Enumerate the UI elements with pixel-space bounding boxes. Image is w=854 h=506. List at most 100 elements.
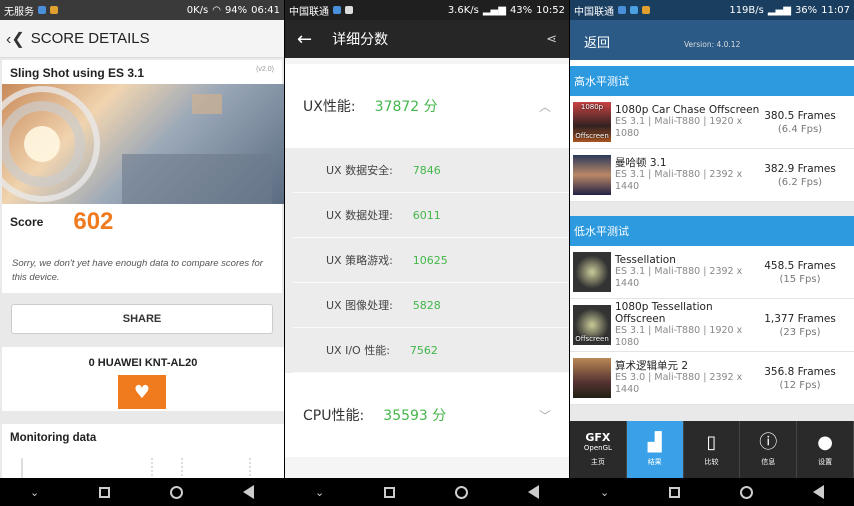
time: 11:07 [821, 4, 850, 16]
benchmark-config: ES 3.1 | Mali-T880 | 1920 x 1080 [615, 325, 743, 348]
tab-label: 结果 [647, 457, 662, 466]
system-nav-bar: ⌄ [0, 478, 284, 506]
recents-icon[interactable] [99, 486, 111, 498]
test-name: Sling Shot using ES 3.1 [10, 66, 145, 80]
list-item[interactable]: Offscreen 1080p Tessellation Offscreen E… [570, 299, 854, 352]
heart-icon[interactable]: ♥ [118, 375, 166, 409]
back-icon[interactable]: ‹❮ [6, 29, 25, 49]
back-button[interactable]: 返回 [584, 32, 610, 51]
benchmark-name: 算术逻辑单元 2 [615, 360, 689, 372]
benchmark-frames: 458.5 Frames [764, 259, 836, 272]
bottom-tab-bar: GFX OpenGL 主页 ▟ 结果 ▯ 比较 ⓘ 信息 ● 设置 [570, 421, 854, 478]
chevron-up-icon[interactable]: ︿ [539, 98, 551, 115]
tab-results[interactable]: ▟ 结果 [626, 421, 684, 478]
app-header: ‹❮ SCORE DETAILS [0, 20, 284, 58]
benchmark-thumbnail [573, 155, 611, 195]
carrier-label: 中国联通 [289, 6, 329, 18]
section-low-level: 低水平测试 [570, 216, 854, 246]
gfx-logo-icon: GFX OpenGL [583, 430, 612, 452]
benchmark-thumbnail [573, 252, 611, 292]
signal-icon: ▂▄▆ [482, 4, 506, 16]
score-label: Score [10, 215, 44, 229]
list-item[interactable]: 曼哈顿 3.1 ES 3.1 | Mali-T880 | 2392 x 1440… [570, 149, 854, 202]
section-high-level: 高水平测试 [570, 66, 854, 96]
status-bar: 中国联通 119B/s ▂▄▆ 36% 11:07 [570, 0, 854, 20]
notification-icon [618, 6, 626, 14]
list-item[interactable]: 1080p Offscreen 1080p Car Chase Offscree… [570, 96, 854, 149]
benchmark-config: ES 3.1 | Mali-T880 | 1920 x 1080 [615, 116, 743, 139]
notification-icon [50, 6, 58, 14]
benchmark-frames: 1,377 Frames [764, 312, 836, 325]
share-button[interactable]: SHARE [11, 304, 273, 334]
net-speed: 3.6K/s [447, 4, 479, 16]
score-card: Sling Shot using ES 3.1 (v2.0) Score 602… [2, 60, 284, 293]
wifi-icon: ◠ [212, 4, 221, 16]
device-name: 0 HUAWEI KNT-AL20 [88, 357, 198, 369]
benchmark-thumbnail [573, 358, 611, 398]
cpu-label: CPU性能: [303, 408, 365, 424]
tab-home[interactable]: GFX OpenGL 主页 [570, 421, 627, 478]
tab-settings[interactable]: ● 设置 [797, 421, 854, 478]
cpu-score: 35593 分 [383, 408, 447, 424]
share-icon[interactable]: ⋖ [546, 32, 557, 47]
home-icon[interactable] [455, 485, 469, 499]
notification-icon [345, 6, 353, 14]
benchmark-fps: (23 Fps) [779, 326, 821, 338]
system-nav-bar: ⌄ [570, 478, 854, 506]
chevron-down-icon[interactable]: ⌄ [315, 486, 324, 499]
recents-icon[interactable] [669, 486, 681, 498]
back-nav-icon[interactable] [813, 485, 824, 499]
back-nav-icon[interactable] [528, 485, 539, 499]
score-value: 602 [73, 208, 114, 235]
carrier-label: 无服务 [4, 6, 34, 18]
version-badge: (v2.0) [256, 66, 274, 73]
benchmark-name: 1080p Tessellation Offscreen [615, 301, 713, 325]
version-label: Version: 4.0.12 [684, 40, 741, 49]
score-details-screen: 无服务 0K/s ◠ 94% 06:41 ‹❮ SCORE DETAILS Sl… [0, 0, 284, 506]
benchmark-frames: 356.8 Frames [764, 365, 836, 378]
cpu-section-header[interactable]: CPU性能: 35593 分 ﹀ [285, 373, 569, 457]
phone-icon: ▯ [706, 431, 717, 453]
chevron-down-icon[interactable]: ⌄ [30, 486, 39, 499]
benchmark-frames: 380.5 Frames [764, 109, 836, 122]
ux-sub-scores: UX 数据安全: 7846 UX 数据处理: 6011 UX 策略游戏: 10625 … [285, 148, 569, 373]
tab-compare[interactable]: ▯ 比较 [684, 421, 741, 478]
detail-scores-screen: 中国联通 3.6K/s ▂▄▆ 43% 10:52 ← 详细分数 ⋖ UX性能:… [285, 0, 569, 506]
recents-icon[interactable] [384, 486, 396, 498]
benchmark-fps: (15 Fps) [779, 273, 821, 285]
list-item[interactable]: Tessellation ES 3.1 | Mali-T880 | 2392 x… [570, 246, 854, 299]
time: 06:41 [251, 4, 280, 16]
tab-info[interactable]: ⓘ 信息 [740, 421, 798, 478]
carrier-label: 中国联通 [574, 6, 614, 18]
status-bar: 中国联通 3.6K/s ▂▄▆ 43% 10:52 [285, 0, 569, 20]
battery-level: 36% [794, 4, 818, 16]
battery-level: 43% [509, 4, 533, 16]
info-icon: ⓘ [759, 431, 778, 453]
home-icon[interactable] [740, 485, 754, 499]
gfx-results-screen: 中国联通 119B/s ▂▄▆ 36% 11:07 返回 Version: 4.… [570, 0, 854, 506]
back-arrow-icon[interactable]: ← [297, 29, 312, 50]
home-icon[interactable] [170, 485, 184, 499]
system-nav-bar: ⌄ [285, 478, 569, 506]
comparison-message: Sorry, we don't yet have enough data to … [12, 258, 263, 283]
battery-level: 94% [224, 4, 248, 16]
list-item: UX 数据安全: 7846 [293, 148, 569, 193]
ux-section-header[interactable]: UX性能: 37872 分 ︿ [285, 64, 569, 148]
tab-label: 信息 [761, 457, 776, 466]
page-title: 详细分数 [332, 32, 389, 48]
list-item[interactable]: 算术逻辑单元 2 ES 3.0 | Mali-T880 | 2392 x 144… [570, 352, 854, 405]
ux-score: 37872 分 [374, 99, 438, 115]
benchmark-config: ES 3.1 | Mali-T880 | 2392 x 1440 [615, 266, 743, 289]
notification-icon [630, 6, 638, 14]
back-nav-icon[interactable] [243, 485, 254, 499]
benchmark-name: 1080p Car Chase Offscreen [615, 104, 760, 116]
benchmark-config: ES 3.0 | Mali-T880 | 2392 x 1440 [615, 372, 743, 395]
benchmark-config: ES 3.1 | Mali-T880 | 2392 x 1440 [615, 169, 743, 192]
chevron-down-icon[interactable]: ﹀ [539, 407, 551, 424]
benchmark-fps: (6.2 Fps) [777, 176, 823, 188]
tab-label: 主页 [590, 457, 605, 466]
bar-chart-icon: ▟ [647, 431, 662, 453]
signal-icon: ▂▄▆ [767, 4, 791, 16]
chevron-down-icon[interactable]: ⌄ [600, 486, 609, 499]
list-item: UX 图像处理: 5828 [293, 283, 569, 328]
